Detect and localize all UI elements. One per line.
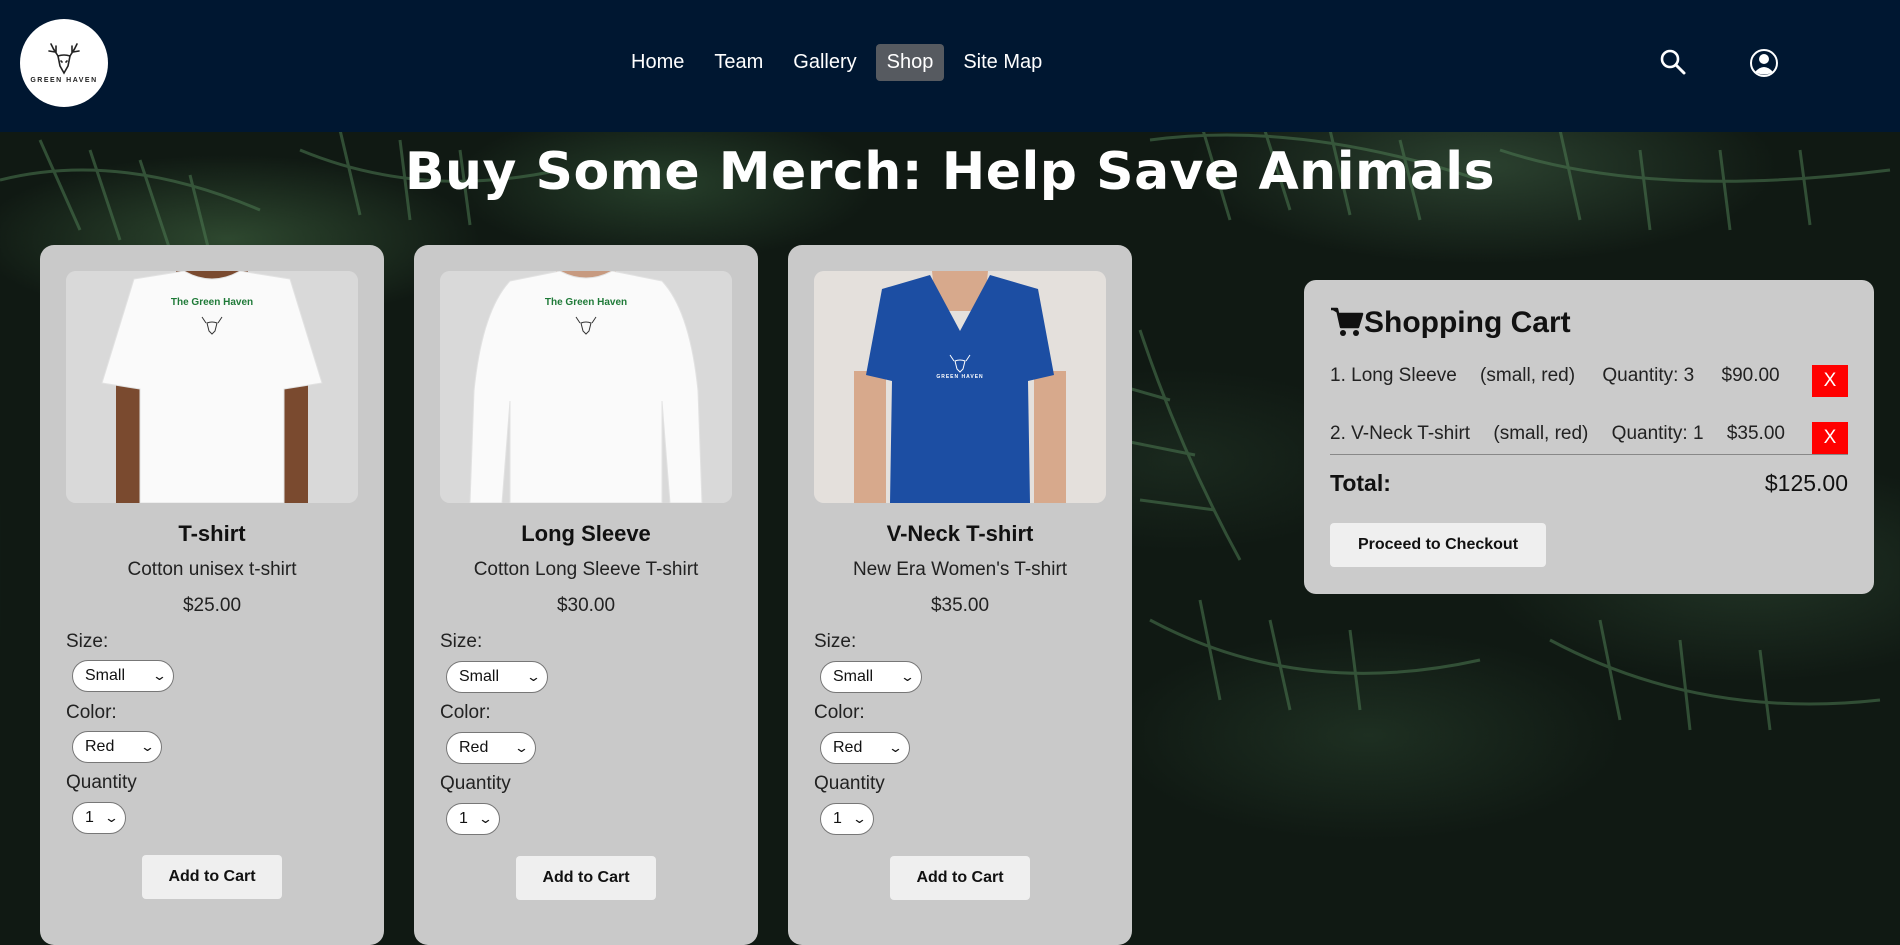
cart-item: 2. V-Neck T-shirt (small, red) Quantity:… xyxy=(1330,423,1785,445)
quantity-label: Quantity xyxy=(66,772,137,793)
page-title: Buy Some Merch: Help Save Animals xyxy=(404,142,1496,202)
shopping-cart-panel: Shopping Cart 1. Long Sleeve (small, red… xyxy=(1304,280,1874,594)
quantity-value: 1 xyxy=(459,810,468,827)
quantity-select[interactable]: 1 ⌄ xyxy=(446,803,500,835)
cart-item-options: (small, red) xyxy=(1480,365,1576,386)
nav-gallery[interactable]: Gallery xyxy=(782,44,867,81)
product-price: $35.00 xyxy=(930,595,990,616)
chevron-down-icon: ⌄ xyxy=(103,810,120,825)
size-label: Size: xyxy=(440,631,483,652)
cart-item-quantity: Quantity: 3 xyxy=(1602,365,1695,386)
remove-item-button[interactable]: X xyxy=(1812,422,1848,454)
add-to-cart-button[interactable]: Add to Cart xyxy=(142,855,282,899)
cart-item-name: 2. V-Neck T-shirt xyxy=(1330,423,1471,444)
product-name: V-Neck T-shirt xyxy=(886,521,1034,546)
add-to-cart-button[interactable]: Add to Cart xyxy=(890,856,1030,900)
product-image-long-sleeve: The Green Haven xyxy=(440,271,732,503)
shirt-print-text: The Green Haven xyxy=(544,297,628,308)
chevron-down-icon: ⌄ xyxy=(525,669,542,684)
shirt-print-text: The Green Haven xyxy=(170,297,254,308)
shirt-print-text: GREEN HAVEN xyxy=(936,374,984,380)
color-select[interactable]: Red ⌄ xyxy=(820,732,910,764)
chevron-down-icon: ⌄ xyxy=(139,739,156,754)
add-to-cart-button[interactable]: Add to Cart xyxy=(516,856,656,900)
color-label: Color: xyxy=(66,702,117,723)
chevron-down-icon: ⌄ xyxy=(477,811,494,826)
size-value: Small xyxy=(833,668,874,685)
cart-item-quantity: Quantity: 1 xyxy=(1611,423,1704,444)
size-select[interactable]: Small ⌄ xyxy=(820,661,922,693)
size-value: Small xyxy=(459,668,500,685)
color-value: Red xyxy=(85,738,115,755)
color-select[interactable]: Red ⌄ xyxy=(72,731,162,763)
product-name: T-shirt xyxy=(178,521,246,546)
chevron-down-icon: ⌄ xyxy=(899,669,916,684)
product-image-tshirt: The Green Haven xyxy=(66,271,358,503)
quantity-value: 1 xyxy=(85,809,94,826)
product-description: New Era Women's T-shirt xyxy=(852,559,1068,580)
cart-item-name: 1. Long Sleeve xyxy=(1330,365,1457,386)
nav-site-map[interactable]: Site Map xyxy=(952,44,1053,81)
quantity-select[interactable]: 1 ⌄ xyxy=(72,802,126,834)
product-price: $30.00 xyxy=(556,595,616,616)
user-icon[interactable] xyxy=(1749,48,1779,83)
cart-divider xyxy=(1330,454,1848,455)
product-name: Long Sleeve xyxy=(521,521,651,546)
product-card-v-neck: GREEN HAVEN V-Neck T-shirt New Era Women… xyxy=(788,245,1132,945)
quantity-value: 1 xyxy=(833,810,842,827)
size-label: Size: xyxy=(814,631,857,652)
main-nav: Home Team Gallery Shop Site Map xyxy=(620,44,1053,81)
site-logo[interactable]: GREEN HAVEN xyxy=(20,19,108,107)
size-select[interactable]: Small ⌄ xyxy=(446,661,548,693)
cart-item: 1. Long Sleeve (small, red) Quantity: 3 … xyxy=(1330,365,1780,387)
cart-item-price: $90.00 xyxy=(1721,365,1780,386)
cart-item-price: $35.00 xyxy=(1726,423,1785,444)
nav-home[interactable]: Home xyxy=(620,44,695,81)
cart-item-options: (small, red) xyxy=(1493,423,1589,444)
product-card-tshirt: The Green Haven T-shirt Cotton unisex t-… xyxy=(40,245,384,945)
product-card-long-sleeve: The Green Haven Long Sleeve Cotton Long … xyxy=(414,245,758,945)
color-label: Color: xyxy=(440,702,491,723)
color-select[interactable]: Red ⌄ xyxy=(446,732,536,764)
nav-shop[interactable]: Shop xyxy=(875,44,945,81)
quantity-label: Quantity xyxy=(440,773,511,794)
product-description: Cotton Long Sleeve T-shirt xyxy=(473,559,699,580)
size-select[interactable]: Small ⌄ xyxy=(72,660,174,692)
cart-icon xyxy=(1330,306,1364,343)
cart-title: Shopping Cart xyxy=(1364,306,1571,339)
color-value: Red xyxy=(459,739,489,756)
total-value: $125.00 xyxy=(1764,470,1848,496)
quantity-label: Quantity xyxy=(814,773,885,794)
chevron-down-icon: ⌄ xyxy=(151,668,168,683)
color-label: Color: xyxy=(814,702,865,723)
proceed-to-checkout-button[interactable]: Proceed to Checkout xyxy=(1330,523,1546,567)
size-value: Small xyxy=(85,667,126,684)
search-icon[interactable] xyxy=(1659,48,1687,81)
size-label: Size: xyxy=(66,631,109,652)
product-image-v-neck: GREEN HAVEN xyxy=(814,271,1106,503)
chevron-down-icon: ⌄ xyxy=(851,811,868,826)
remove-item-button[interactable]: X xyxy=(1812,365,1848,397)
product-price: $25.00 xyxy=(182,595,242,616)
deer-logo-icon xyxy=(48,43,80,75)
quantity-select[interactable]: 1 ⌄ xyxy=(820,803,874,835)
color-value: Red xyxy=(833,739,863,756)
logo-text: GREEN HAVEN xyxy=(30,77,98,84)
product-description: Cotton unisex t-shirt xyxy=(127,559,297,580)
navbar: GREEN HAVEN Home Team Gallery Shop Site … xyxy=(0,0,1900,132)
total-label: Total: xyxy=(1330,470,1391,496)
nav-team[interactable]: Team xyxy=(703,44,774,81)
chevron-down-icon: ⌄ xyxy=(513,740,530,755)
chevron-down-icon: ⌄ xyxy=(887,740,904,755)
